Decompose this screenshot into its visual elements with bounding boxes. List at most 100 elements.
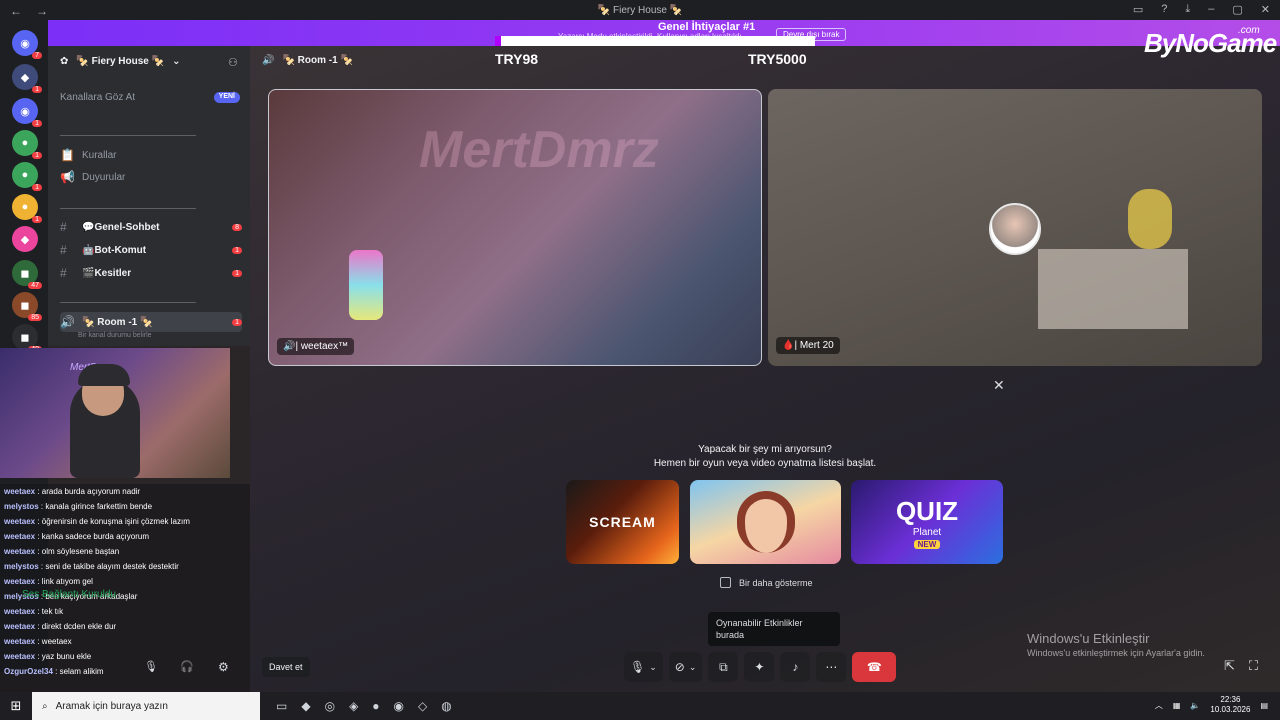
browse-channels[interactable]: Kanallara Göz At YENİ (60, 92, 240, 103)
chat-text: : kanka sadece burda açıyorum (35, 532, 149, 541)
server-icon[interactable]: ● 1 (12, 162, 42, 191)
mention-badge: 7 (32, 52, 42, 59)
server-icon[interactable]: ◼ 47 (12, 260, 42, 289)
activity-card-title: QUIZ (895, 495, 959, 526)
channel-item[interactable]: # 💬Genel-Sohbet 8 (60, 220, 242, 234)
minimize-icon[interactable]: – (1208, 3, 1214, 16)
network-icon[interactable]: ▦ (1173, 701, 1181, 710)
discord-icon[interactable]: ◉ 7 (12, 30, 42, 59)
app-icon[interactable]: ◎ (325, 699, 335, 713)
soundboard-button[interactable]: ♪ (780, 652, 811, 682)
windows-start-icon[interactable]: ⊞ (0, 698, 32, 714)
chat-message: weetaex : öğrenirsin de konuşma işini çö… (0, 514, 250, 529)
chevron-down-icon: ⌄ (649, 661, 657, 672)
server-header[interactable]: ✿ 🍢 Fiery House 🍢 ⌄ (60, 56, 180, 67)
video-tile-weetaex[interactable]: MertDmrz 🔊| weetaex™ (268, 89, 762, 366)
app-icon[interactable]: ● (372, 699, 379, 713)
window-controls: ▭ ? ⤓ – ▢ ✕ (1133, 3, 1270, 16)
activities-button[interactable]: ✦ (744, 652, 775, 682)
activity-card-scream[interactable]: SCREAM (566, 480, 679, 564)
chat-username: melystos (4, 562, 39, 571)
gear-icon[interactable]: ⚙ (218, 660, 229, 674)
mention-badge: 1 (32, 184, 42, 191)
close-icon[interactable]: ✕ (993, 377, 1005, 394)
screen-share-button[interactable]: ⧉ (708, 652, 739, 682)
channel-item[interactable]: 🔊 🍢 Room -1 🍢 1 (60, 312, 242, 332)
browse-channels-label: Kanallara Göz At (60, 92, 136, 103)
channel-name: 🍢 Room -1 🍢 (82, 316, 153, 328)
chat-message: weetaex : direkt dcden ekle dur (0, 619, 250, 634)
dont-show-again[interactable]: Bir daha gösterme (720, 577, 813, 588)
soundboard-icon: ♪ (792, 660, 799, 674)
server-glyph: ◆ (20, 71, 30, 84)
tray-chevron-icon[interactable]: ︿ (1155, 700, 1163, 711)
clock-time: 22:36 (1220, 695, 1241, 704)
channel-item[interactable]: # 🤖Bot-Komut 1 (60, 243, 242, 257)
rgb-light (349, 250, 383, 320)
inbox-icon[interactable]: ▭ (1133, 3, 1143, 16)
clock[interactable]: 22:36 10.03.2026 (1210, 695, 1250, 715)
disconnect-button[interactable]: ☎ (852, 652, 897, 682)
chevron-down-icon: ⌄ (172, 56, 181, 67)
view-controls: ⇱ ⛶ (1224, 658, 1258, 674)
taskbar-search[interactable]: ⌕ Aramak için buraya yazın (32, 692, 260, 720)
server-icon[interactable]: ◉ 1 (12, 98, 42, 127)
activation-title: Windows'u Etkinleştir (1027, 631, 1150, 646)
goal-current: TRY98 (495, 51, 539, 67)
app-icon[interactable]: ◆ (301, 699, 310, 713)
mention-badge: 1 (32, 216, 42, 223)
more-icon: ⋯ (825, 660, 838, 674)
chat-username: weetaex (4, 532, 36, 541)
notifications-icon[interactable]: ▤ (1260, 701, 1268, 710)
more-button[interactable]: ⋯ (816, 652, 847, 682)
activity-prompt: Yapacak bir şey mi arıyorsun? Hemen bir … (600, 443, 930, 471)
close-window-icon[interactable]: ✕ (1261, 3, 1270, 16)
popout-icon[interactable]: ⇱ (1224, 658, 1235, 674)
server-glyph: ◆ (20, 233, 30, 246)
invite-button[interactable]: Davet et (262, 657, 310, 677)
download-icon[interactable]: ⤓ (1185, 3, 1190, 16)
help-icon[interactable]: ? (1161, 3, 1167, 16)
server-icon[interactable]: ◆ 1 (12, 64, 42, 93)
channel-item[interactable]: 📋 Kurallar (60, 148, 242, 162)
progress-fill (495, 36, 502, 46)
mention-badge: 1 (32, 152, 42, 159)
app-icon[interactable]: ◈ (349, 699, 358, 713)
camera-button[interactable]: ⊘ ⌄ (668, 652, 703, 682)
headphones-icon[interactable]: 🎧 (180, 660, 194, 673)
channel-item[interactable]: 📢 Duyurular (60, 170, 242, 184)
activities-icon: ✦ (754, 660, 765, 674)
server-glyph: ◉ (20, 37, 30, 50)
fullscreen-icon[interactable]: ⛶ (1249, 658, 1258, 674)
server-icon[interactable]: ● 1 (12, 194, 42, 223)
chrome-icon[interactable]: ◉ (394, 699, 404, 713)
add-member-icon[interactable]: ⚇ (228, 56, 238, 69)
activity-card-quiz-planet[interactable]: QUIZ Planet NEW (851, 480, 1003, 564)
chat-username: weetaex (4, 487, 36, 496)
file-explorer-icon[interactable]: ▭ (276, 699, 287, 713)
activity-prompt-title: Yapacak bir şey mi arıyorsun? (698, 444, 832, 455)
server-icon[interactable]: ◼ 85 (12, 292, 42, 321)
volume-icon[interactable]: 🔈 (1190, 701, 1200, 710)
search-icon: ⌕ (42, 700, 48, 712)
microphone-icon[interactable]: 🎙 (144, 660, 158, 673)
discord-taskbar-icon[interactable]: ◍ (441, 699, 451, 713)
activity-card-game[interactable] (690, 480, 841, 564)
server-glyph: ◼ (20, 331, 30, 344)
dont-show-checkbox[interactable] (720, 577, 731, 588)
chat-text: : link atıyom gel (35, 577, 93, 586)
chat-message: weetaex : weetaex (0, 634, 250, 649)
server-icon[interactable]: ◆ (12, 226, 38, 252)
unread-count-badge: 1 (232, 318, 242, 326)
mute-button[interactable]: 🎙 ⌄ (624, 652, 663, 682)
server-icon[interactable]: ◼40 (12, 324, 42, 353)
channel-item[interactable]: # 🎬Kesitler 1 (60, 266, 242, 280)
app-icon[interactable]: ◇ (418, 699, 427, 713)
server-icon[interactable]: ● 1 (12, 130, 42, 159)
unread-count-badge: 1 (232, 269, 242, 277)
new-tag: NEW (913, 539, 941, 549)
channel-status-input[interactable]: Bir kanal durumu belirle (78, 332, 152, 339)
voice-connected-status: Ses Bağlantı Kuruldu (22, 589, 116, 600)
maximize-icon[interactable]: ▢ (1232, 3, 1242, 16)
streamer-cap (78, 364, 130, 386)
